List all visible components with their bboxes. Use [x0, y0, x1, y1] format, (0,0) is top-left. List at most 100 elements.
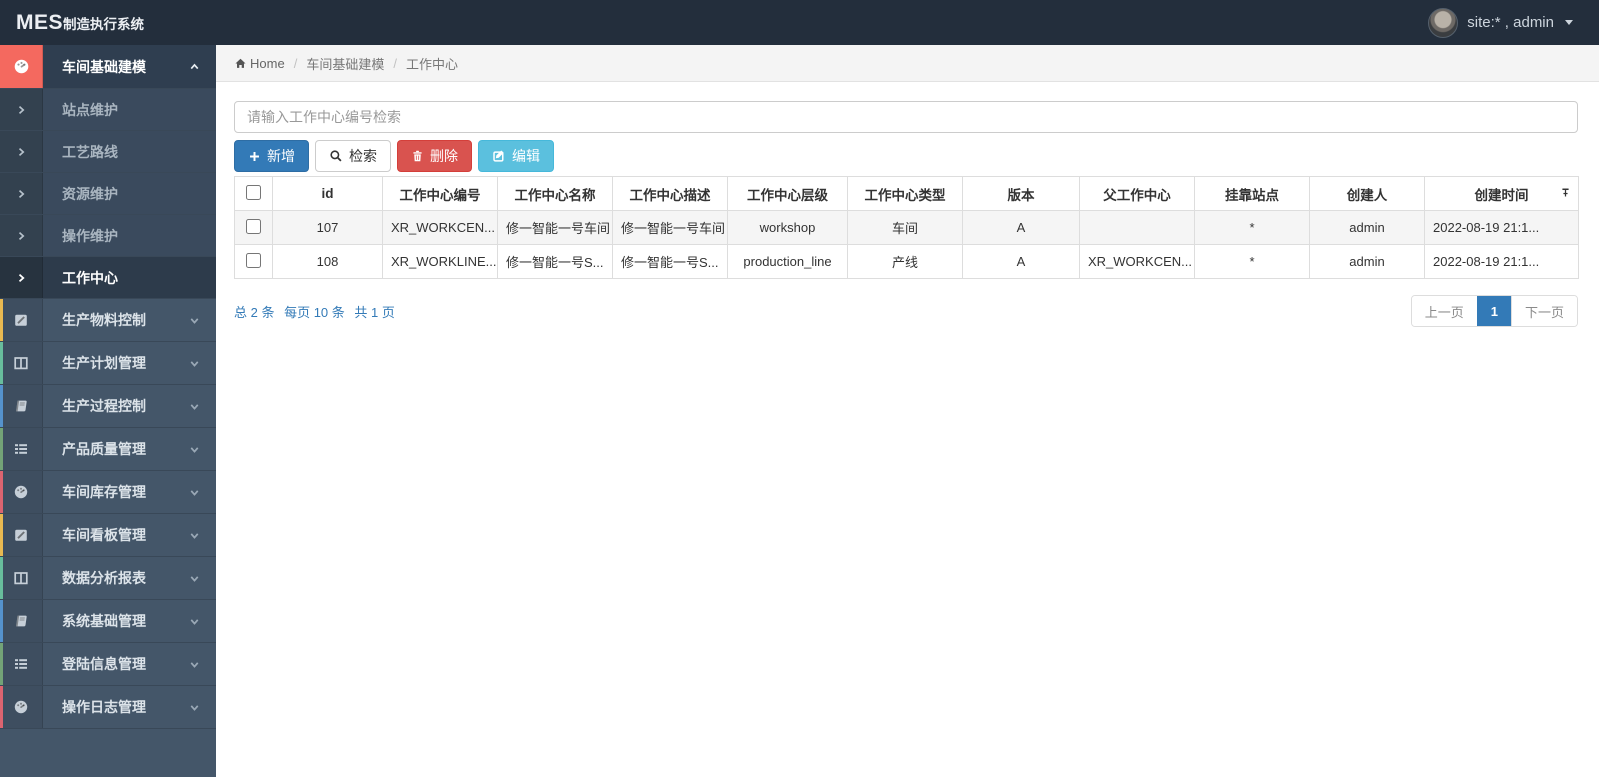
row-checkbox[interactable] — [246, 252, 261, 268]
column-header-creator: 创建人 — [1309, 176, 1425, 211]
chevron-right-icon — [0, 257, 43, 298]
cell-description: 修一智能一号车间 — [612, 210, 728, 245]
next-page-button[interactable]: 下一页 — [1510, 296, 1577, 326]
cell-version: A — [962, 244, 1080, 279]
color-strip — [0, 428, 3, 470]
cell-name: 修一智能一号车间 — [497, 210, 613, 245]
breadcrumb-level1[interactable]: 车间基础建模 — [306, 54, 384, 73]
sidebar-item-process-route[interactable]: 工艺路线 — [0, 131, 216, 173]
breadcrumb-separator: / — [293, 55, 298, 71]
cell-created-time: 2022-08-19 21:1... — [1424, 244, 1579, 279]
sidebar-item-site-maintenance[interactable]: 站点维护 — [0, 89, 216, 131]
sidebar-group-inventory-management[interactable]: 车间库存管理 — [0, 471, 216, 514]
sidebar-group-label: 生产物料控制 — [62, 312, 146, 328]
column-header-description: 工作中心描述 — [612, 176, 728, 211]
sidebar-group-quality-management[interactable]: 产品质量管理 — [0, 428, 216, 471]
table-row[interactable]: 107 XR_WORKCEN... 修一智能一号车间 修一智能一号车间 work… — [234, 210, 1579, 245]
cell-description: 修一智能一号S... — [612, 244, 728, 279]
chevron-down-icon — [188, 314, 216, 327]
cell-parent — [1079, 210, 1195, 245]
sidebar-item-label: 工作中心 — [62, 269, 118, 286]
sidebar-group-operation-logs[interactable]: 操作日志管理 — [0, 686, 216, 729]
cell-level: production_line — [727, 244, 848, 279]
column-header-version: 版本 — [962, 176, 1080, 211]
breadcrumb-separator: / — [393, 55, 397, 71]
cell-code: XR_WORKLINE... — [382, 244, 498, 279]
sidebar-group-production-plan[interactable]: 生产计划管理 — [0, 342, 216, 385]
app-logo: MES 制造执行系统 — [0, 11, 144, 35]
sidebar-group-analytics-reports[interactable]: 数据分析报表 — [0, 557, 216, 600]
color-strip — [0, 385, 3, 427]
summary-pages: 共 1 页 — [354, 304, 395, 320]
work-center-table: id 工作中心编号 工作中心名称 工作中心描述 工作中心层级 工作中心类型 版本… — [234, 176, 1579, 279]
caret-down-icon — [1565, 20, 1573, 25]
sidebar-group-system-management[interactable]: 系统基础管理 — [0, 600, 216, 643]
sidebar-item-work-center[interactable]: 工作中心 — [0, 257, 216, 299]
sidebar-group-process-control[interactable]: 生产过程控制 — [0, 385, 216, 428]
chevron-down-icon — [188, 443, 216, 456]
toolbar: 新增 检索 删除 编辑 — [234, 140, 1578, 172]
search-input[interactable] — [234, 101, 1578, 133]
cell-type: 产线 — [847, 244, 963, 279]
dashboard-icon — [0, 686, 43, 728]
dashboard-icon — [0, 471, 43, 513]
sidebar-group-login-info[interactable]: 登陆信息管理 — [0, 643, 216, 686]
page-1-button[interactable]: 1 — [1476, 296, 1511, 326]
cell-creator: admin — [1309, 210, 1425, 245]
breadcrumb-home-link[interactable]: Home — [234, 56, 285, 71]
add-button[interactable]: 新增 — [234, 140, 309, 172]
pagination-summary: 总 2 条 每页 10 条 共 1 页 — [234, 302, 401, 321]
color-strip — [0, 342, 3, 384]
columns-icon — [0, 557, 43, 599]
sidebar-item-label: 工艺路线 — [62, 143, 118, 160]
sidebar-item-resource-maintenance[interactable]: 资源维护 — [0, 173, 216, 215]
color-strip — [0, 514, 3, 556]
sidebar-item-label: 站点维护 — [62, 101, 118, 118]
pin-icon[interactable] — [1560, 186, 1571, 201]
cell-level: workshop — [727, 210, 848, 245]
prev-page-button[interactable]: 上一页 — [1411, 296, 1477, 326]
sidebar-group-label: 生产过程控制 — [62, 398, 146, 414]
sidebar: 车间基础建模 站点维护 工艺路线 资源维护 操作维护 工作中心 生产物料控制 生… — [0, 45, 216, 777]
color-strip — [0, 299, 3, 341]
delete-button[interactable]: 删除 — [397, 140, 472, 172]
table-header-row: id 工作中心编号 工作中心名称 工作中心描述 工作中心层级 工作中心类型 版本… — [234, 176, 1579, 211]
column-header-name: 工作中心名称 — [497, 176, 613, 211]
sidebar-group-label: 车间看板管理 — [62, 527, 146, 543]
sidebar-group-label: 操作日志管理 — [62, 699, 146, 715]
cell-created-time: 2022-08-19 21:1... — [1424, 210, 1579, 245]
sidebar-group-kanban-management[interactable]: 车间看板管理 — [0, 514, 216, 557]
sidebar-group-label: 系统基础管理 — [62, 613, 146, 629]
chevron-down-icon — [188, 572, 216, 585]
column-header-created-time: 创建时间 — [1424, 176, 1579, 211]
table-footer: 总 2 条 每页 10 条 共 1 页 上一页 1 下一页 — [234, 295, 1578, 327]
chevron-down-icon — [188, 658, 216, 671]
sidebar-item-operation-maintenance[interactable]: 操作维护 — [0, 215, 216, 257]
select-all-checkbox[interactable] — [246, 184, 261, 200]
sidebar-group-label: 车间库存管理 — [62, 484, 146, 500]
sidebar-group-workshop-modeling[interactable]: 车间基础建模 — [0, 45, 216, 89]
cell-code: XR_WORKCEN... — [382, 210, 498, 245]
user-menu[interactable]: site:* , admin — [1428, 7, 1599, 38]
chevron-up-icon — [188, 60, 216, 73]
user-avatar[interactable] — [1428, 7, 1459, 38]
column-header-type: 工作中心类型 — [847, 176, 963, 211]
sidebar-group-material-control[interactable]: 生产物料控制 — [0, 299, 216, 342]
cell-parent: XR_WORKCEN... — [1079, 244, 1195, 279]
cell-id: 107 — [272, 210, 383, 245]
chevron-right-icon — [0, 215, 43, 256]
chevron-right-icon — [0, 89, 43, 130]
edit-button[interactable]: 编辑 — [478, 140, 554, 172]
chevron-right-icon — [0, 173, 43, 214]
chevron-down-icon — [188, 701, 216, 714]
row-checkbox[interactable] — [246, 218, 261, 234]
color-strip — [0, 643, 3, 685]
columns-icon — [0, 342, 43, 384]
chevron-down-icon — [188, 615, 216, 628]
list-icon — [0, 428, 43, 470]
color-strip — [0, 686, 3, 728]
column-header-level: 工作中心层级 — [727, 176, 848, 211]
search-button[interactable]: 检索 — [315, 140, 391, 172]
table-row[interactable]: 108 XR_WORKLINE... 修一智能一号S... 修一智能一号S...… — [234, 244, 1579, 279]
chevron-down-icon — [188, 357, 216, 370]
